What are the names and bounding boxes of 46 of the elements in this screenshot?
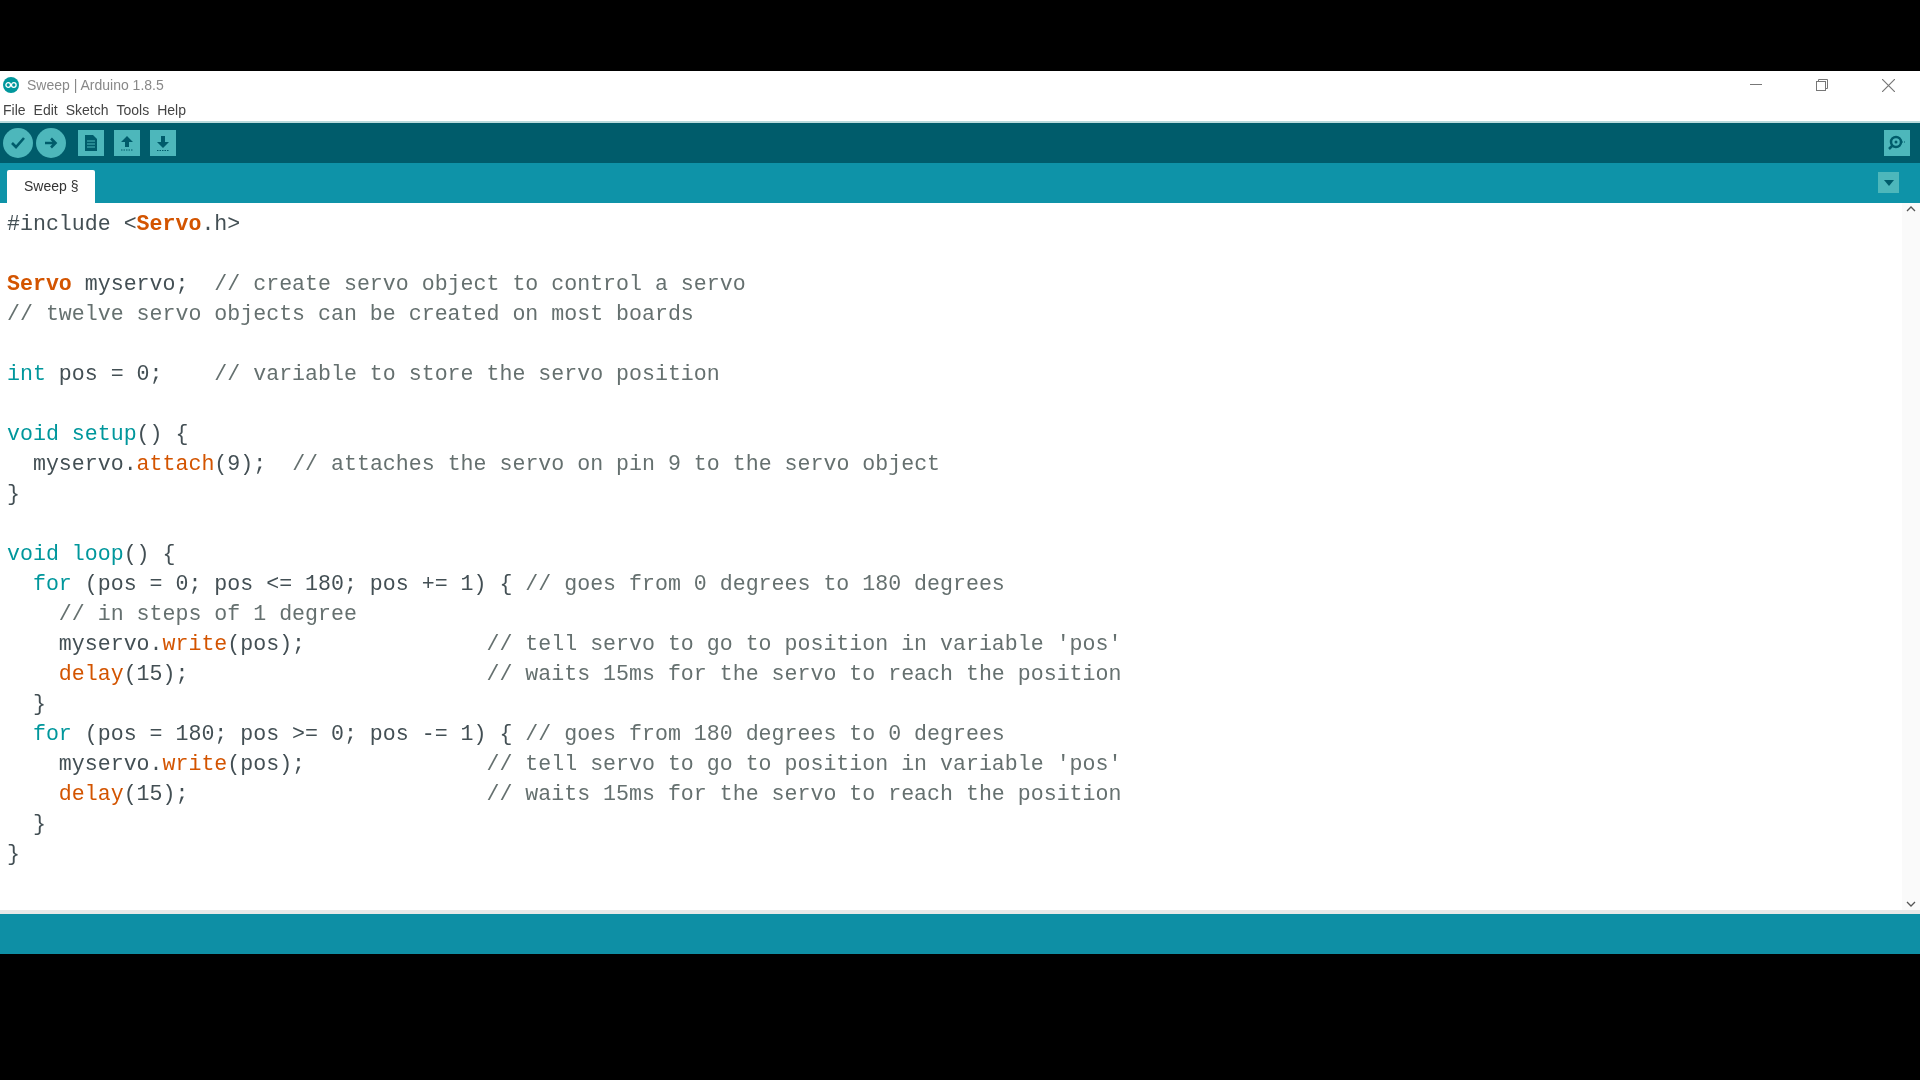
- menu-item[interactable]: Edit: [33, 99, 58, 121]
- code-line: for (pos = 0; pos <= 180; pos += 1) { // goes from 0 degrees to 180 degrees: [31, 572, 1005, 596]
- arrow-right-icon: [44, 137, 58, 149]
- code-line: }: [7, 482, 20, 506]
- code-line: myservo.write(pos); // tell servo to go to position in variable 'pos': [57, 752, 1122, 776]
- document-icon: [84, 134, 98, 152]
- menu-item[interactable]: Tools: [116, 99, 150, 121]
- magnifier-icon: [1887, 134, 1907, 152]
- code-line: // in steps of 1 degree: [57, 602, 357, 626]
- editor-tab[interactable]: Sweep §: [7, 170, 96, 203]
- code-line: void setup() {: [7, 422, 189, 446]
- code-line: myservo.write(pos); // tell servo to go to position in variable 'pos': [57, 632, 1122, 656]
- code-line: delay(15); // waits 15ms for the servo to reach the position: [57, 782, 1122, 806]
- verify-button[interactable]: [3, 128, 33, 158]
- caret-icon: [1883, 179, 1894, 186]
- code-line: #include <Servo.h>: [7, 212, 241, 236]
- code-line: }: [7, 842, 20, 866]
- code-line: for (pos = 180; pos >= 0; pos -= 1) { // goes from 180 degrees to 0 degrees: [31, 722, 1005, 746]
- code-line: myservo.attach(9); // attaches the servo on pin 9 to the servo object: [31, 452, 941, 476]
- open-button[interactable]: [114, 130, 140, 156]
- code-line: }: [31, 812, 46, 836]
- code-line: Servo myservo; // create servo object to control a servo: [7, 272, 746, 296]
- menu-item[interactable]: File: [3, 99, 26, 121]
- new-button[interactable]: [78, 130, 104, 156]
- scroll-down-icon[interactable]: [1906, 901, 1916, 907]
- restore-icon: [1816, 79, 1828, 91]
- code-line: delay(15); // waits 15ms for the servo to reach the position: [57, 662, 1122, 686]
- tab-menu-button[interactable]: [1878, 172, 1899, 193]
- window-title: Sweep | Arduino 1.8.5: [27, 75, 164, 95]
- code-line: int pos = 0; // variable to store the servo position: [7, 362, 720, 386]
- check-icon: [11, 137, 25, 149]
- code-line: // twelve servo objects can be created on most boards: [7, 302, 694, 326]
- code-line: }: [31, 692, 46, 716]
- serial-monitor-button[interactable]: [1884, 130, 1910, 156]
- scrollbar[interactable]: [1902, 203, 1920, 910]
- menu-item[interactable]: Help: [157, 99, 186, 121]
- scroll-up-icon[interactable]: [1906, 206, 1916, 212]
- arrow-up-icon: [120, 134, 134, 152]
- minimize-icon: [1750, 84, 1762, 86]
- code-line: void loop() {: [7, 542, 176, 566]
- save-button[interactable]: [150, 130, 176, 156]
- arrow-down-icon: [156, 134, 170, 152]
- upload-button[interactable]: [36, 128, 66, 158]
- close-icon: [1881, 78, 1895, 92]
- logo-icon: [3, 77, 19, 93]
- menu-item[interactable]: Sketch: [65, 99, 109, 121]
